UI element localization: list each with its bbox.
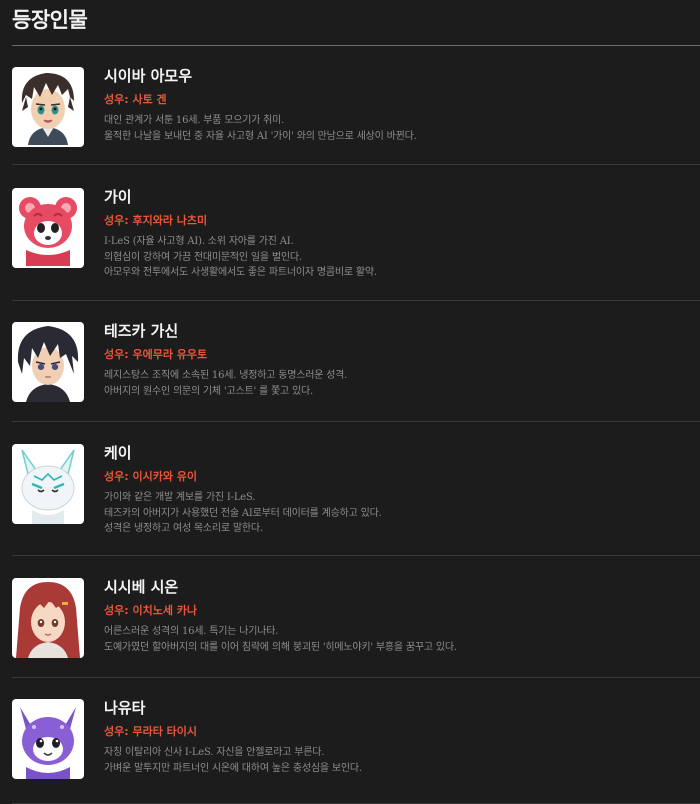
character-item-gasin: 테즈카 가신 성우: 우에무라 유우토 레지스탕스 조직에 소속된 16세. 냉… bbox=[12, 301, 700, 422]
character-item-nayuta: 나유타 성우: 무라타 타이시 자칭 이탈리아 신사 I-LeS. 자신을 안젤… bbox=[12, 678, 700, 804]
section-header: 등장인물 bbox=[12, 0, 700, 46]
character-description: 가이와 같은 개발 계보를 가진 I-LeS. 테즈카의 아버지가 사용했던 전… bbox=[104, 492, 382, 534]
character-portrait-gasin bbox=[12, 322, 84, 402]
character-name: 가이 bbox=[104, 188, 132, 206]
character-description: 자칭 이탈리아 신사 I-LeS. 자신을 안젤로라고 부른다. 가벼운 말투지… bbox=[104, 747, 362, 774]
voice-actor: 성우: 사토 겐 bbox=[104, 93, 167, 106]
voice-actor: 성우: 이치노세 카나 bbox=[104, 604, 198, 617]
character-portrait-kei bbox=[12, 444, 84, 524]
character-description: I-LeS (자율 사고형 AI). 소위 자아를 가진 AI. 의협심이 강하… bbox=[104, 236, 377, 278]
character-description: 대인 관계가 서툰 16세. 부품 모으기가 취미. 울적한 나날을 보내던 중… bbox=[104, 115, 417, 142]
voice-actor: 성우: 무라타 타이시 bbox=[104, 725, 198, 738]
character-name: 케이 bbox=[104, 444, 132, 462]
character-item-sion: 시시베 시온 성우: 이치노세 카나 어른스러운 성격의 16세. 특기는 나기… bbox=[12, 556, 700, 678]
voice-actor: 성우: 후지와라 나츠미 bbox=[104, 214, 208, 227]
page-title: 등장인물 bbox=[12, 8, 88, 32]
character-item-kei: 케이 성우: 이시카와 유이 가이와 같은 개발 계보를 가진 I-LeS. 테… bbox=[12, 422, 700, 556]
character-portrait-nayuta bbox=[12, 699, 84, 779]
voice-actor: 성우: 이시카와 유이 bbox=[104, 470, 198, 483]
voice-actor: 성우: 우에무라 유우토 bbox=[104, 348, 208, 361]
character-portrait-gai bbox=[12, 188, 84, 268]
character-name: 테즈카 가신 bbox=[104, 322, 179, 340]
character-name: 나유타 bbox=[104, 699, 146, 717]
character-portrait-sion bbox=[12, 578, 84, 658]
character-description: 레지스탕스 조직에 소속된 16세. 냉정하고 동명스러운 성격. 아버지의 원… bbox=[104, 370, 348, 397]
character-name: 시이바 아모우 bbox=[104, 67, 193, 85]
character-item-amou: 시이바 아모우 성우: 사토 겐 대인 관계가 서툰 16세. 부품 모으기가 … bbox=[12, 46, 700, 165]
character-portrait-amou bbox=[12, 67, 84, 147]
character-name: 시시베 시온 bbox=[104, 578, 179, 596]
character-item-gai: 가이 성우: 후지와라 나츠미 I-LeS (자율 사고형 AI). 소위 자아… bbox=[12, 165, 700, 301]
character-description: 어른스러운 성격의 16세. 특기는 나기나타. 도예가였던 할아버지의 대를 … bbox=[104, 626, 457, 653]
